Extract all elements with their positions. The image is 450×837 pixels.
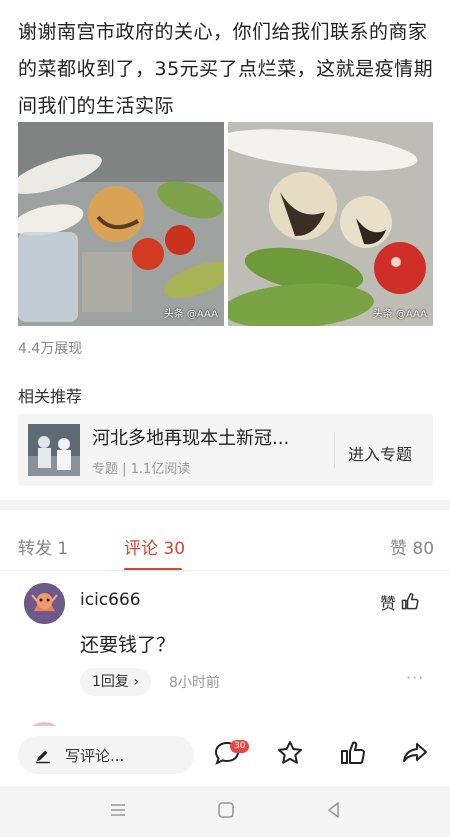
like-label: 赞 [380,594,397,613]
tab-likes[interactable]: 赞 80 [390,534,434,559]
photo-watermark: 头条 @AAA [372,309,427,320]
view-count: 4.4万展现 [18,341,83,357]
more-options-icon[interactable]: ··· [406,668,424,687]
comment-timestamp: 8小时前 [169,675,220,691]
vegetable-photo-left-image [18,122,224,326]
vegetable-photo-right-image [228,122,433,326]
pen-icon [36,750,50,764]
related-section-title: 相关推荐 [18,387,83,406]
section-divider [0,500,450,510]
vegetable-photo-right[interactable]: 头条 @AAA [228,122,433,326]
comment-count-badge: 30 [230,740,250,753]
tab-comments[interactable]: 评论 30 [124,534,185,559]
topic-meta: 专题 | 1.1亿阅读 [92,462,191,477]
view-replies-button[interactable]: 1回复 › [80,668,151,696]
topic-thumbnail [28,424,80,476]
divider [0,570,450,571]
comment-username[interactable]: icic666 [80,590,141,610]
tab-repost[interactable]: 转发 1 [18,534,68,559]
photo-watermark: 头条 @AAA [163,309,218,320]
vegetable-photo-left[interactable]: 头条 @AAA [18,122,224,326]
post-text: 谢谢南宫市政府的关心，你们给我们联系的商家的菜都收到了，35元买了点烂菜，这就是… [18,21,434,117]
related-topic-card[interactable]: 河北多地再现本土新冠... 专题 | 1.1亿阅读 进入专题 [18,414,433,486]
home-icon[interactable] [216,800,236,820]
enter-topic-button[interactable]: 进入专题 [348,441,412,465]
thumbs-up-icon[interactable] [338,738,368,768]
tab-bar: 转发 1 评论 30 赞 80 [0,522,450,571]
write-comment-input[interactable]: 写评论... [18,736,194,774]
bottom-action-bar: 写评论... 30 [0,726,450,786]
topic-title: 河北多地再现本土新冠... [92,428,290,449]
write-comment-placeholder: 写评论... [65,747,125,765]
avatar[interactable] [24,583,65,624]
photo-grid: 头条 @AAA 头条 @AAA [18,122,433,326]
comment-text: 还要钱了？ [80,634,176,656]
back-icon[interactable] [324,800,344,820]
menu-icon[interactable] [108,800,128,820]
comment-like-button[interactable]: 赞 [380,590,420,614]
star-icon[interactable] [275,738,305,768]
divider [334,432,335,468]
thumbs-up-icon [401,593,419,610]
share-icon[interactable] [400,738,430,768]
system-navigation-bar [0,786,450,837]
